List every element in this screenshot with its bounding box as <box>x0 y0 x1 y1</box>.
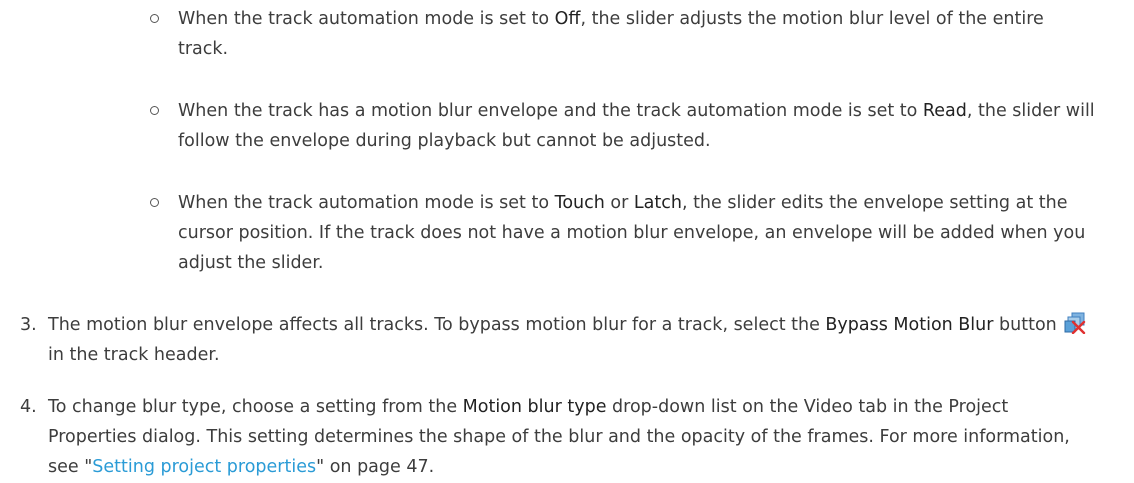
hollow-bullet-icon <box>150 198 159 207</box>
keyword-touch: Touch <box>554 193 605 213</box>
step-number: 3. <box>20 315 37 335</box>
list-item: When the track has a motion blur envelop… <box>150 96 1098 156</box>
step-text-part: To change blur type, choose a setting fr… <box>48 397 463 417</box>
numbered-step: 3. The motion blur envelope affects all … <box>0 310 1100 370</box>
keyword-motion-blur-type: Motion blur type <box>462 397 607 417</box>
step-text-part: button <box>993 315 1063 335</box>
item-text: When the track has a motion blur envelop… <box>178 101 923 121</box>
step-number: 4. <box>20 397 37 417</box>
keyword-read: Read <box>922 101 967 121</box>
numbered-step: 4. To change blur type, choose a setting… <box>0 392 1100 482</box>
keyword-bypass-motion-blur: Bypass Motion Blur <box>825 315 994 335</box>
hollow-bullet-icon <box>150 106 159 115</box>
item-text: When the track automation mode is set to <box>178 9 555 29</box>
document-page: When the track automation mode is set to… <box>0 0 1134 483</box>
step-text-part: The motion blur envelope affects all tra… <box>48 315 826 335</box>
setting-project-properties-link[interactable]: Setting project properties <box>92 457 316 477</box>
keyword-latch: Latch <box>633 193 682 213</box>
step-text: To change blur type, choose a setting fr… <box>48 392 1100 482</box>
step-text: The motion blur envelope affects all tra… <box>48 310 1100 370</box>
item-text: or <box>604 193 634 213</box>
item-text: When the track automation mode is set to <box>178 193 555 213</box>
hollow-bullet-icon <box>150 14 159 23</box>
list-item: When the track automation mode is set to… <box>150 188 1098 278</box>
step-text-part: " on page 47. <box>316 457 435 477</box>
list-item: When the track automation mode is set to… <box>150 4 1098 64</box>
bypass-motion-blur-icon <box>1064 312 1086 335</box>
step-text-part: in the track header. <box>48 345 220 365</box>
keyword-off: Off <box>554 9 581 29</box>
